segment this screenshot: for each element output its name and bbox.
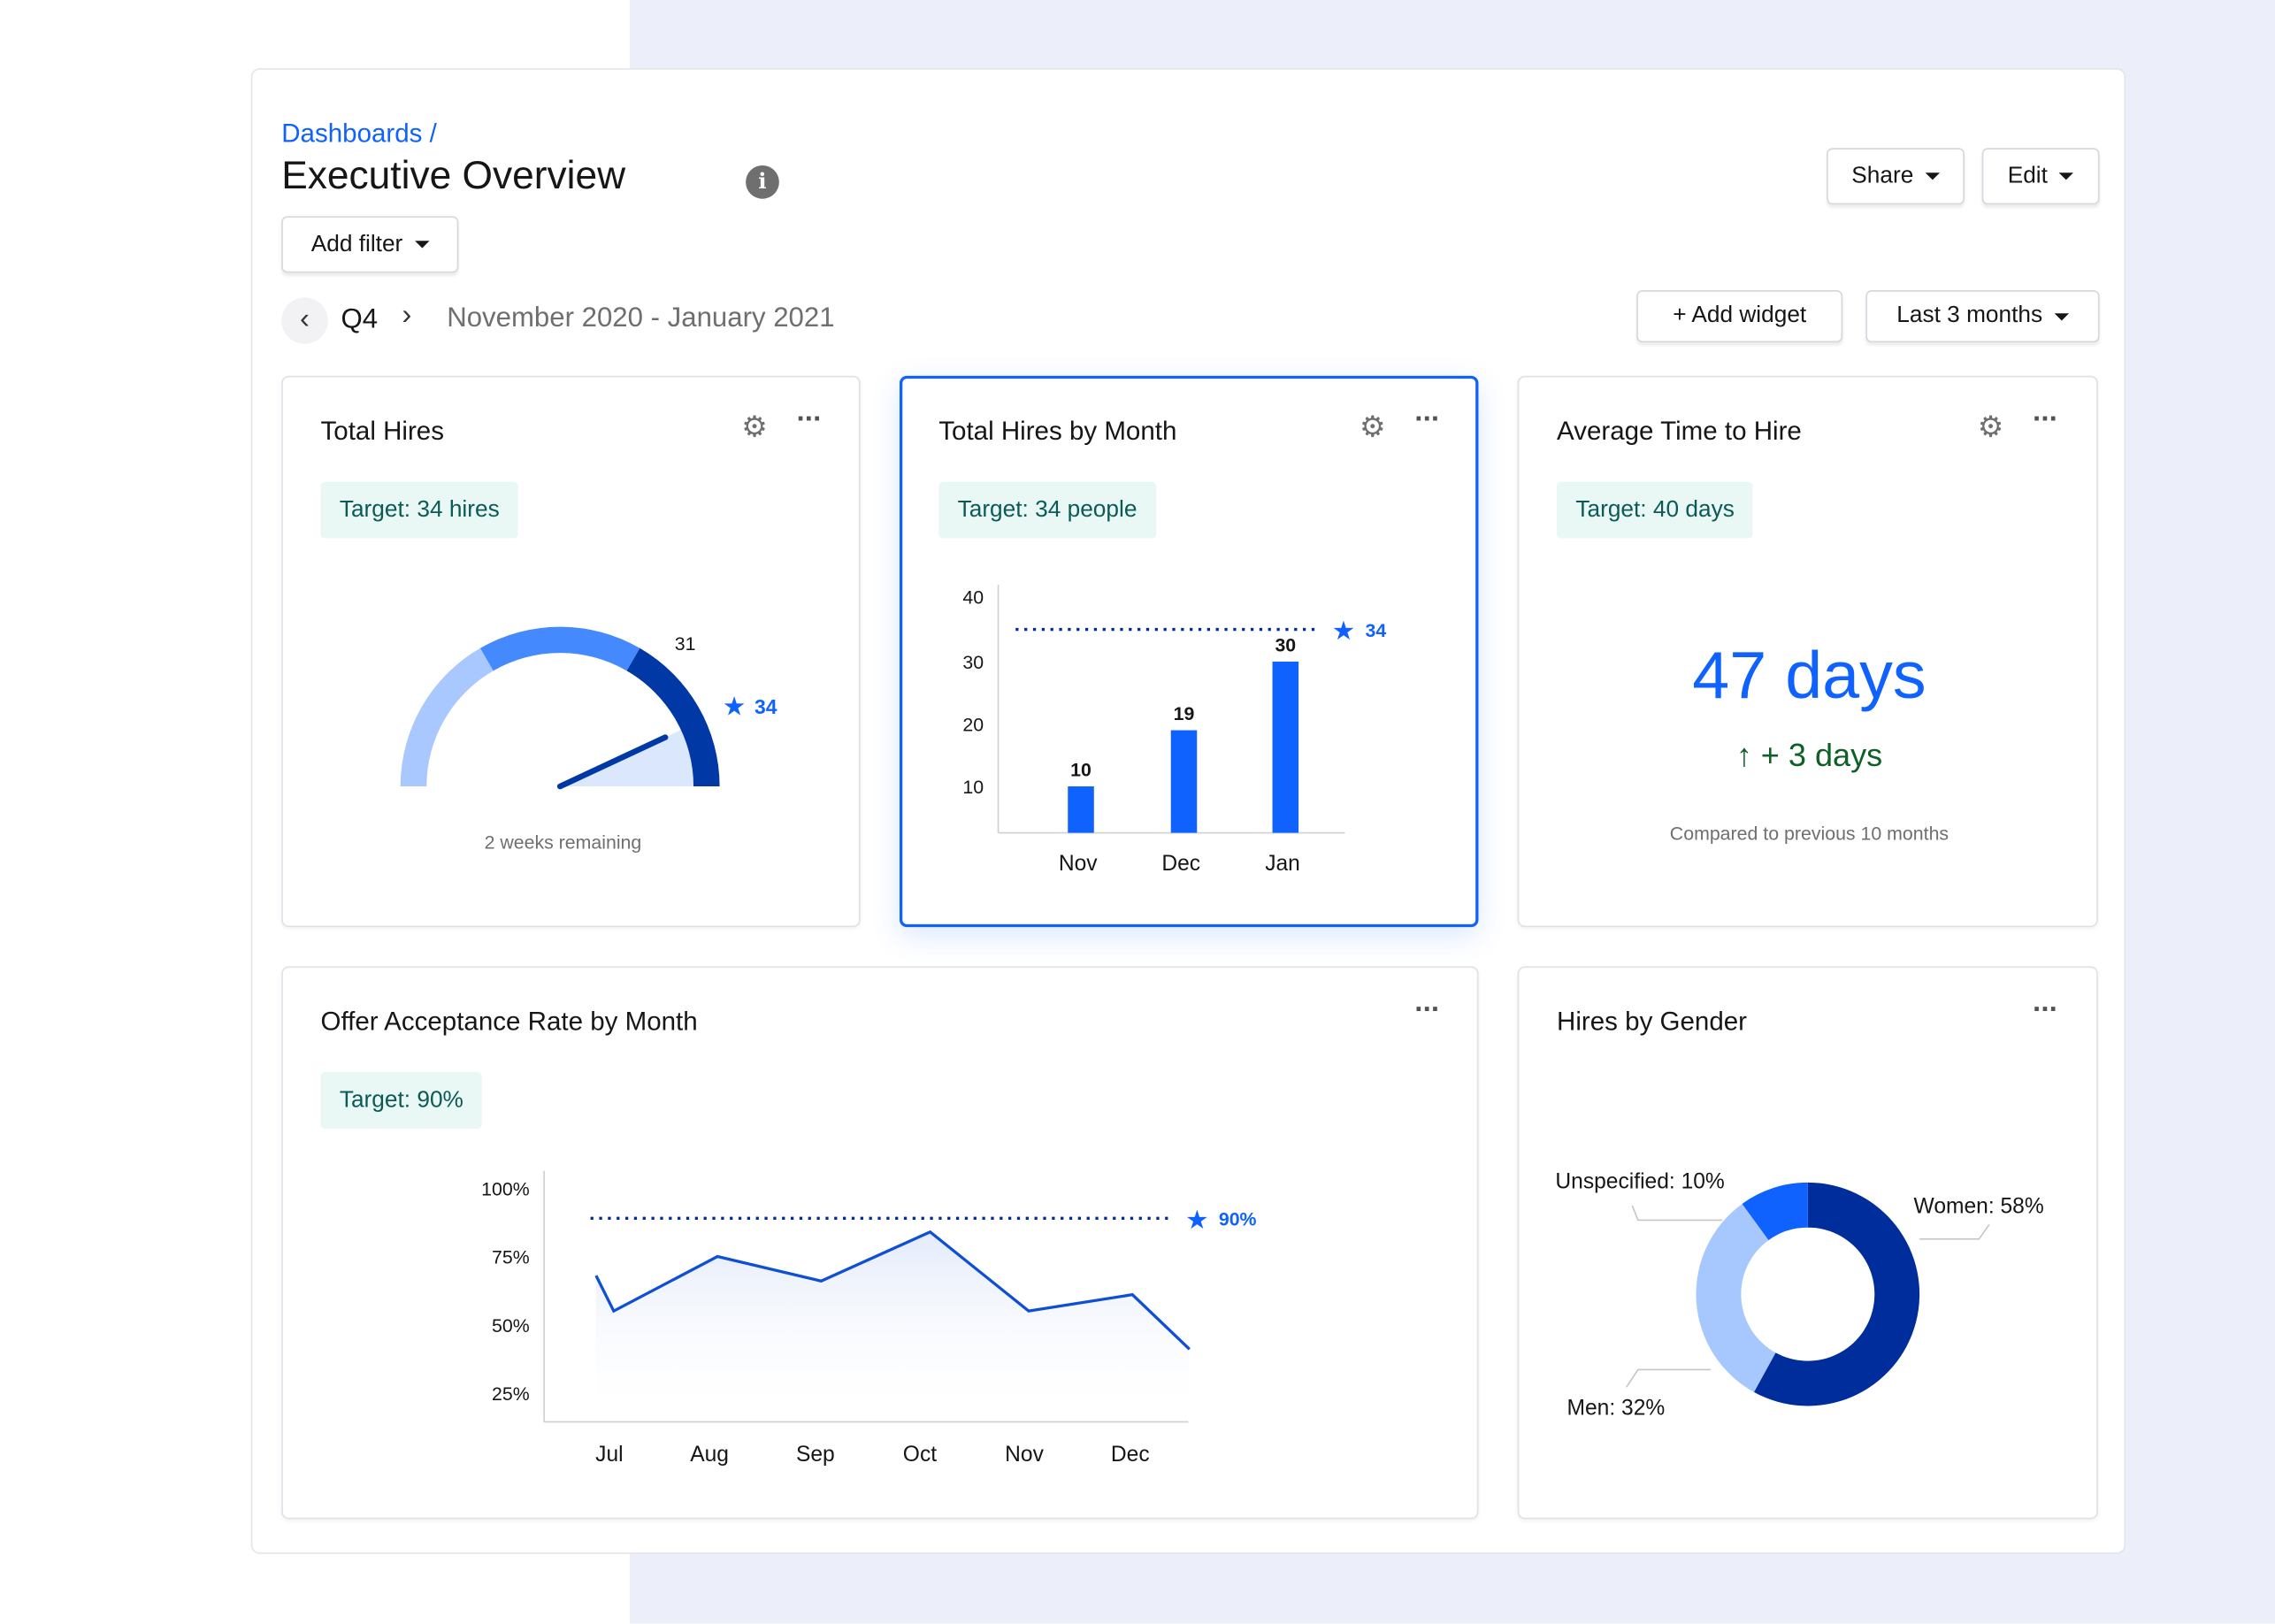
gauge-target-label: 34	[755, 695, 777, 718]
date-range: November 2020 - January 2021	[447, 303, 834, 335]
x-tick-label: Sep	[796, 1443, 835, 1467]
gear-icon[interactable]: ⚙	[1978, 410, 2003, 446]
x-tick-label: Nov	[1059, 852, 1098, 876]
x-tick-label: Dec	[1161, 852, 1200, 876]
y-tick-label: 50%	[492, 1315, 530, 1337]
arrow-up-icon: ↑	[1736, 737, 1761, 773]
share-label: Share	[1851, 164, 1913, 190]
gauge-footer: 2 weeks remaining	[485, 832, 642, 854]
edit-label: Edit	[2008, 164, 2048, 190]
bar-value-label: 19	[1174, 703, 1195, 724]
target-badge: Target: 40 days	[1557, 482, 1753, 539]
star-icon: ★	[723, 693, 746, 722]
slice-label: Unspecified: 10%	[1555, 1169, 1724, 1193]
info-icon[interactable]: i	[746, 165, 779, 199]
star-icon: ★	[1332, 617, 1355, 646]
range-select-label: Last 3 months	[1896, 303, 2042, 330]
caret-down-icon	[1925, 172, 1939, 180]
star-icon: ★	[1185, 1206, 1208, 1235]
gauge-band	[480, 627, 640, 671]
breadcrumb-dashboards[interactable]: Dashboards /	[281, 119, 437, 149]
metric-delta: ↑ + 3 days	[1519, 737, 2099, 775]
x-tick-label: Aug	[690, 1443, 729, 1467]
range-select[interactable]: Last 3 months	[1865, 290, 2099, 342]
chevron-left-icon[interactable]: ‹	[281, 297, 327, 343]
x-tick-label: Jan	[1265, 852, 1300, 876]
slice-label: Men: 32%	[1567, 1396, 1666, 1420]
line-area	[596, 1232, 1190, 1422]
x-tick-label: Nov	[1005, 1443, 1044, 1467]
add-filter-button[interactable]: Add filter	[281, 216, 458, 272]
target-label: 34	[1366, 620, 1387, 641]
quarter-label: Q4	[341, 304, 378, 336]
bar	[1068, 786, 1094, 832]
y-tick-label: 25%	[492, 1383, 530, 1405]
y-tick-label: 30	[962, 652, 984, 673]
bar-chart: 10 20 30 40 10 Nov 19 Dec 30 Jan ★ 34	[900, 376, 1478, 927]
delta-text: + 3 days	[1761, 737, 1882, 773]
add-widget-button[interactable]: + Add widget	[1636, 290, 1842, 342]
caret-down-icon	[2059, 172, 2073, 180]
card-hires-by-gender[interactable]: Hires by Gender ··· Women: 58%Men: 32%Un…	[1518, 966, 2098, 1519]
bar	[1171, 731, 1198, 833]
leader-line	[1919, 1224, 1989, 1238]
y-tick-label: 20	[962, 715, 984, 736]
y-tick-label: 75%	[492, 1247, 530, 1268]
leader-line	[1627, 1369, 1711, 1387]
card-offer-acceptance[interactable]: Offer Acceptance Rate by Month ··· Targe…	[281, 966, 1478, 1519]
gauge-band	[401, 648, 494, 786]
x-tick-label: Dec	[1111, 1443, 1150, 1467]
y-tick-label: 10	[962, 777, 984, 798]
share-button[interactable]: Share	[1827, 148, 1965, 204]
card-time-to-hire[interactable]: Average Time to Hire ⚙ ··· Target: 40 da…	[1518, 376, 2098, 927]
metric-value: 47 days	[1519, 635, 2099, 714]
card-title: Average Time to Hire	[1557, 417, 1802, 447]
leader-line	[1632, 1206, 1722, 1220]
card-hires-by-month[interactable]: Total Hires by Month ⚙ ··· Target: 34 pe…	[900, 376, 1478, 927]
add-filter-label: Add filter	[311, 232, 403, 258]
slice-label: Women: 58%	[1914, 1194, 2044, 1218]
gauge-chart: ★ 34 2 weeks remaining 31	[283, 377, 862, 928]
card-total-hires[interactable]: Total Hires ⚙ ··· Target: 34 hires ★342 …	[281, 376, 860, 927]
bar-value-label: 10	[1070, 760, 1092, 781]
more-options-icon[interactable]: ···	[2033, 403, 2057, 437]
caret-down-icon	[414, 241, 428, 248]
bar-value-label: 30	[1275, 634, 1296, 655]
y-tick-label: 100%	[481, 1179, 530, 1200]
caret-down-icon	[2054, 312, 2068, 319]
y-tick-label: 40	[962, 586, 984, 608]
gauge-value-label: 31	[675, 633, 696, 655]
donut-chart: Women: 58% Men: 32% Unspecified: 10%	[1519, 968, 2099, 1521]
chevron-right-icon[interactable]: ›	[402, 299, 411, 333]
metric-footer: Compared to previous 10 months	[1519, 823, 2099, 845]
target-label: 90%	[1219, 1209, 1257, 1230]
x-tick-label: Oct	[903, 1443, 937, 1467]
page-title: Executive Overview	[281, 154, 625, 199]
edit-button[interactable]: Edit	[1982, 148, 2100, 204]
line-chart: 25% 50% 75% 100% Jul Aug Sep Oct Nov Dec ★ 90%	[283, 968, 1480, 1521]
x-tick-label: Jul	[595, 1443, 623, 1467]
bar	[1273, 662, 1299, 833]
